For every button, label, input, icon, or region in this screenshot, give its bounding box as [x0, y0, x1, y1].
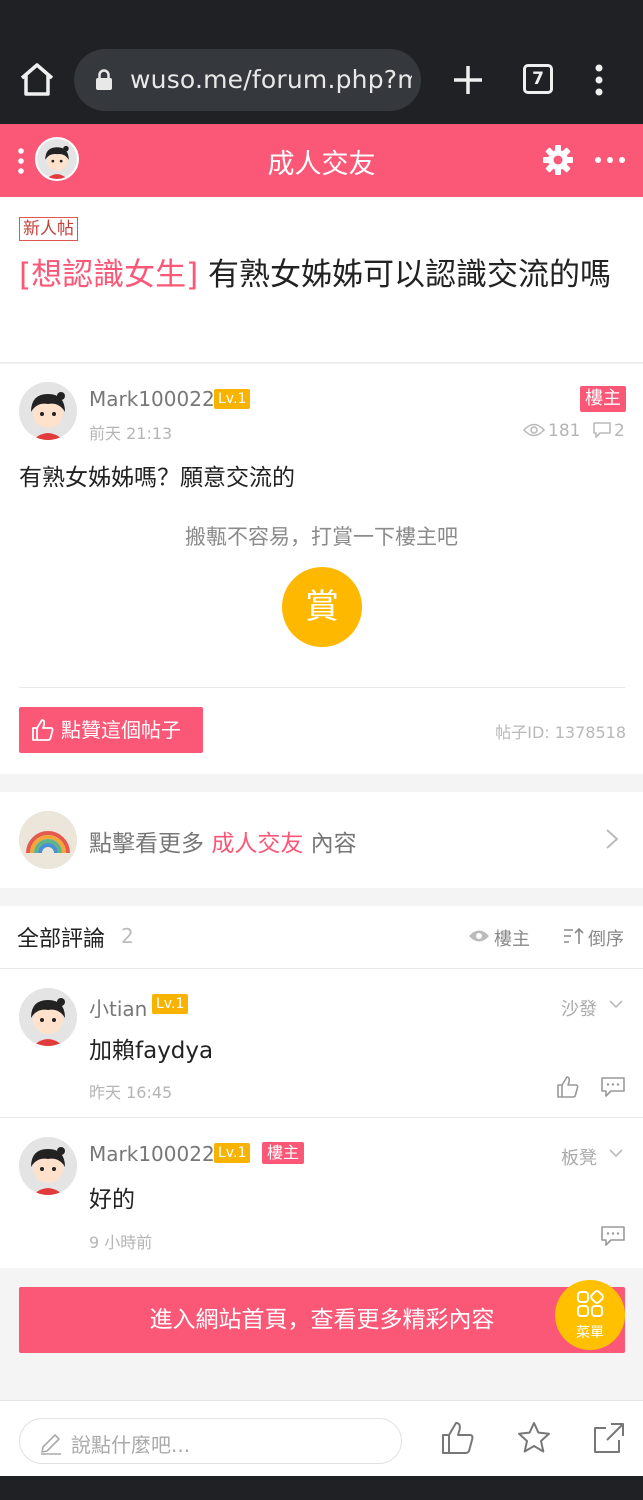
more-icon[interactable] [594, 153, 626, 167]
thread-category[interactable]: [想認識女生] [19, 257, 198, 293]
floor-label: 沙發 [561, 999, 597, 1020]
comment-author[interactable]: Mark100022 [89, 1142, 215, 1166]
url-text: wuso.me/forum.php?mod=viewthread [130, 65, 412, 94]
forum-link-name: 成人交友 [211, 831, 304, 857]
share-icon[interactable] [591, 1420, 627, 1456]
comments-count: 2 [121, 924, 134, 948]
post-content: 有熟女姊姊嗎？願意交流的 [19, 465, 295, 491]
comment-time: 昨天 16:45 [89, 1083, 173, 1102]
new-post-tag: 新人帖 [19, 217, 78, 241]
avatar[interactable] [19, 1137, 77, 1195]
grid-icon [577, 1290, 604, 1317]
gear-icon[interactable] [542, 144, 574, 176]
divider [0, 968, 643, 969]
browser-toolbar: wuso.me/forum.php?mod=viewthread 7 [0, 0, 643, 124]
divider [19, 687, 625, 688]
avatar[interactable] [19, 988, 77, 1046]
comment-bar: 說點什麼吧... [0, 1400, 643, 1476]
tab-count: 7 [532, 69, 544, 89]
comment-content: 加賴faydya [89, 1038, 214, 1064]
comment-placeholder: 說點什麼吧... [71, 1433, 191, 1457]
forum-link-suffix: 內容 [303, 831, 357, 857]
home-icon[interactable] [18, 60, 56, 100]
chevron-right-icon [606, 829, 619, 849]
filter-owner-button[interactable]: 樓主 [494, 925, 530, 951]
thread-title: [想認識女生] 有熟女姊姊可以認識交流的嗎 [19, 252, 624, 298]
plus-icon[interactable] [450, 62, 486, 98]
level-badge: Lv.1 [152, 994, 189, 1014]
author-name[interactable]: Mark100022 [89, 387, 215, 411]
reward-button[interactable]: 賞 [282, 567, 362, 647]
menu-fab[interactable]: 菜單 [555, 1280, 625, 1350]
like-post-button[interactable]: 點贊這個帖子 [19, 707, 203, 753]
thumb-up-icon[interactable] [440, 1420, 476, 1456]
eye-icon [523, 423, 545, 437]
chevron-down-icon[interactable] [608, 1147, 624, 1159]
floor-label: 板凳 [561, 1148, 597, 1169]
thumb-up-icon[interactable] [556, 1075, 580, 1099]
divider [0, 1117, 643, 1118]
divider [0, 362, 643, 363]
sort-reverse-button[interactable]: 倒序 [588, 925, 624, 951]
level-badge: Lv.1 [214, 1143, 251, 1163]
post-time: 前天 21:13 [89, 424, 173, 443]
forum-link-text[interactable]: 點擊看更多 成人交友 內容 [89, 824, 357, 858]
homepage-banner-button[interactable]: 進入網站首頁，查看更多精彩內容 [19, 1287, 625, 1353]
star-icon[interactable] [516, 1420, 552, 1456]
chevron-down-icon[interactable] [608, 998, 624, 1010]
reward-prompt: 搬甎不容易，打賞一下樓主吧 [185, 525, 458, 549]
owner-badge: 樓主 [262, 1142, 305, 1164]
pen-icon [41, 1434, 61, 1455]
menu-fab-label: 菜單 [576, 1325, 604, 1341]
comment-icon [593, 422, 611, 438]
forum-icon [19, 811, 77, 869]
comment-time: 9 小時前 [89, 1233, 153, 1252]
like-post-label: 點贊這個帖子 [61, 718, 181, 742]
comments-title: 全部評論 [17, 927, 106, 952]
app-header: 成人交友 [0, 124, 643, 197]
post-id: 帖子ID: 1378518 [495, 723, 626, 742]
comment-input[interactable]: 說點什麼吧... [19, 1418, 402, 1464]
kebab-icon[interactable] [584, 62, 614, 98]
forum-link-prefix: 點擊看更多 [89, 831, 212, 857]
owner-badge: 樓主 [580, 386, 626, 412]
lock-icon [96, 69, 112, 90]
sort-icon [564, 927, 584, 944]
thread-title-text: 有熟女姊姊可以認識交流的嗎 [198, 257, 612, 293]
level-badge: Lv.1 [214, 389, 251, 409]
reply-count: 2 [614, 421, 625, 441]
tabs-icon[interactable]: 7 [523, 64, 553, 94]
comment-author[interactable]: 小tian [89, 993, 147, 1022]
system-nav-bar [0, 1476, 643, 1500]
thumb-up-icon [32, 719, 54, 741]
avatar[interactable] [19, 382, 77, 440]
comment-content: 好的 [89, 1187, 135, 1213]
view-count: 181 [548, 421, 581, 441]
comment-icon[interactable] [600, 1225, 626, 1247]
eye-icon [469, 930, 489, 942]
comment-icon[interactable] [600, 1076, 626, 1098]
address-bar[interactable]: wuso.me/forum.php?mod=viewthread [74, 49, 421, 111]
